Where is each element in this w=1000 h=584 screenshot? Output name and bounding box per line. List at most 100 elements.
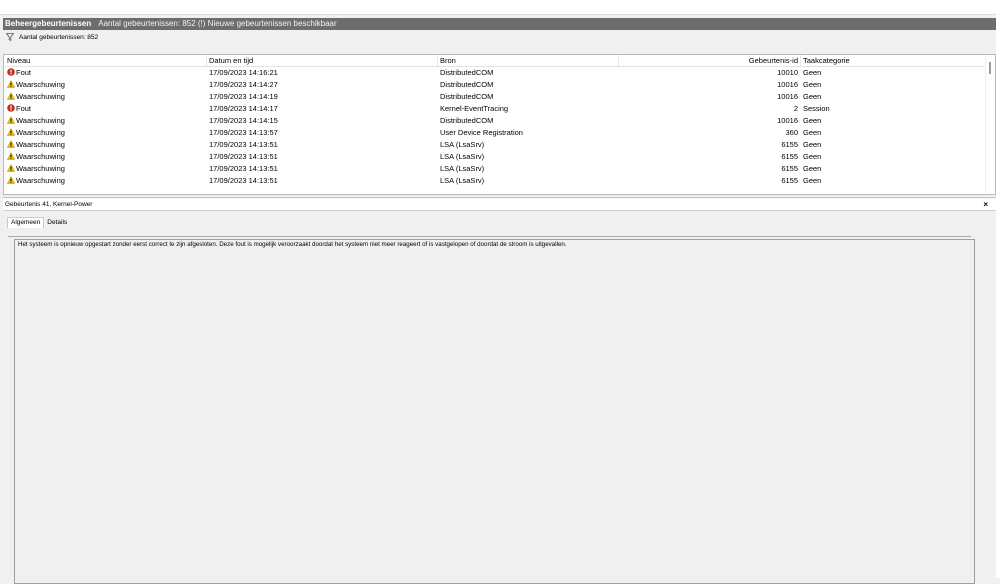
table-row[interactable]: Waarschuwing 17/09/2023 14:14:15 Distribut…: [4, 115, 988, 127]
scrollbar-thumb[interactable]: [989, 62, 991, 74]
cell-source: LSA (LsaSrv): [440, 164, 485, 173]
cell-category: Geen: [803, 152, 822, 161]
detail-title: Gebeurtenis 41, Kernel-Power: [5, 201, 93, 208]
warning-icon: [7, 152, 15, 160]
detail-tabs: Algemeen Details: [7, 217, 70, 228]
level-label: Waarschuwing: [16, 152, 65, 161]
cell-datetime: 17/09/2023 14:14:17: [209, 104, 278, 113]
tab-divider: [8, 236, 971, 237]
cell-niveau: Waarschuwing: [7, 79, 65, 91]
cell-datetime: 17/09/2023 14:14:15: [209, 116, 278, 125]
table-row[interactable]: Waarschuwing 17/09/2023 14:13:57 User Devi…: [4, 127, 988, 139]
table-body: Fout 17/09/2023 14:16:21 DistributedCOM 100…: [4, 67, 988, 187]
table-row[interactable]: Waarschuwing 17/09/2023 14:13:51 LSA (LsaS…: [4, 175, 988, 187]
cell-source: User Device Registration: [440, 128, 523, 137]
cell-category: Geen: [803, 80, 822, 89]
cell-niveau: Fout: [7, 67, 31, 79]
cell-event-id: 6155: [781, 152, 798, 161]
table-header: Niveau Datum en tijd Bron Gebeurtenis-id…: [4, 55, 995, 67]
level-label: Waarschuwing: [16, 128, 65, 137]
detail-header: Gebeurtenis 41, Kernel-Power ×: [3, 199, 996, 211]
cell-niveau: Waarschuwing: [7, 151, 65, 163]
cell-niveau: Fout: [7, 103, 31, 115]
cell-event-id: 360: [785, 128, 798, 137]
cell-niveau: Waarschuwing: [7, 127, 65, 139]
cell-category: Geen: [803, 140, 822, 149]
cell-datetime: 17/09/2023 14:16:21: [209, 68, 278, 77]
cell-source: LSA (LsaSrv): [440, 140, 485, 149]
level-label: Waarschuwing: [16, 140, 65, 149]
cell-event-id: 6155: [781, 140, 798, 149]
cell-event-id: 10016: [777, 92, 798, 101]
warning-icon: [7, 176, 15, 184]
level-label: Waarschuwing: [16, 92, 65, 101]
table-row[interactable]: Waarschuwing 17/09/2023 14:13:51 LSA (LsaS…: [4, 151, 988, 163]
table-row[interactable]: Waarschuwing 17/09/2023 14:13:51 LSA (LsaS…: [4, 139, 988, 151]
cell-datetime: 17/09/2023 14:13:51: [209, 164, 278, 173]
panel-titlebar: Beheergebeurtenissen Aantal gebeurtenisse…: [3, 18, 996, 30]
level-label: Fout: [16, 104, 32, 113]
vertical-scrollbar[interactable]: [985, 55, 995, 194]
level-label: Waarschuwing: [16, 176, 65, 185]
close-icon[interactable]: ×: [983, 199, 988, 210]
level-label: Fout: [16, 68, 32, 77]
tab-details[interactable]: Details: [44, 218, 70, 228]
cell-niveau: Waarschuwing: [7, 175, 65, 187]
table-row[interactable]: Fout 17/09/2023 14:16:21 DistributedCOM 100…: [4, 67, 988, 79]
cell-datetime: 17/09/2023 14:13:51: [209, 176, 278, 185]
col-separator[interactable]: [437, 55, 438, 66]
event-description-text: Het systeem is opnieuw opgestart zonder …: [18, 241, 567, 248]
table-row[interactable]: Waarschuwing 17/09/2023 14:13:51 LSA (LsaS…: [4, 163, 988, 175]
col-datum[interactable]: Datum en tijd: [209, 55, 253, 66]
col-taakcategorie[interactable]: Taakcategorie: [803, 55, 850, 66]
cell-source: Kernel-EventTracing: [440, 104, 509, 113]
cell-event-id: 6155: [781, 176, 798, 185]
warning-icon: [7, 80, 15, 88]
warning-icon: [7, 116, 15, 124]
warning-icon: [7, 164, 15, 172]
level-label: Waarschuwing: [16, 80, 65, 89]
filter-count: Aantal gebeurtenissen: 852: [19, 34, 99, 41]
cell-category: Geen: [803, 68, 822, 77]
warning-icon: [7, 92, 15, 100]
cell-category: Session: [803, 104, 830, 113]
panel-subtitle: Aantal gebeurtenissen: 852 (!) Nieuwe ge…: [98, 19, 337, 28]
filter-icon[interactable]: [6, 33, 16, 42]
cell-event-id: 10016: [777, 80, 798, 89]
cell-niveau: Waarschuwing: [7, 163, 65, 175]
cell-event-id: 10010: [777, 68, 798, 77]
cell-datetime: 17/09/2023 14:14:19: [209, 92, 278, 101]
cell-category: Geen: [803, 116, 822, 125]
col-id[interactable]: Gebeurtenis-id: [618, 55, 798, 66]
event-description[interactable]: Het systeem is opnieuw opgestart zonder …: [14, 239, 975, 584]
cell-category: Geen: [803, 92, 822, 101]
splitter[interactable]: [3, 197, 996, 198]
error-icon: [7, 68, 15, 76]
cell-datetime: 17/09/2023 14:13:51: [209, 140, 278, 149]
panel-title: Beheergebeurtenissen: [5, 19, 92, 28]
col-separator[interactable]: [206, 55, 207, 66]
cell-event-id: 10016: [777, 116, 798, 125]
table-row[interactable]: Fout 17/09/2023 14:14:17 Kernel-EventTraci…: [4, 103, 988, 115]
cell-source: DistributedCOM: [440, 68, 494, 77]
cell-niveau: Waarschuwing: [7, 91, 65, 103]
tab-algemeen[interactable]: Algemeen: [7, 217, 45, 228]
error-icon: [7, 104, 15, 112]
cell-source: DistributedCOM: [440, 92, 494, 101]
col-bron[interactable]: Bron: [440, 55, 456, 66]
cell-source: LSA (LsaSrv): [440, 176, 485, 185]
col-niveau[interactable]: Niveau: [7, 55, 30, 66]
cell-datetime: 17/09/2023 14:13:51: [209, 152, 278, 161]
level-label: Waarschuwing: [16, 164, 65, 173]
table-row[interactable]: Waarschuwing 17/09/2023 14:14:27 Distribut…: [4, 79, 988, 91]
cell-source: LSA (LsaSrv): [440, 152, 485, 161]
right-edge: [996, 14, 1000, 578]
cell-event-id: 6155: [781, 164, 798, 173]
filter-bar: Aantal gebeurtenissen: 852: [3, 31, 996, 45]
cell-category: Geen: [803, 128, 822, 137]
cell-datetime: 17/09/2023 14:13:57: [209, 128, 278, 137]
table-row[interactable]: Waarschuwing 17/09/2023 14:14:19 Distribut…: [4, 91, 988, 103]
cell-category: Geen: [803, 176, 822, 185]
top-strip: [0, 0, 1000, 15]
col-separator[interactable]: [800, 55, 801, 66]
